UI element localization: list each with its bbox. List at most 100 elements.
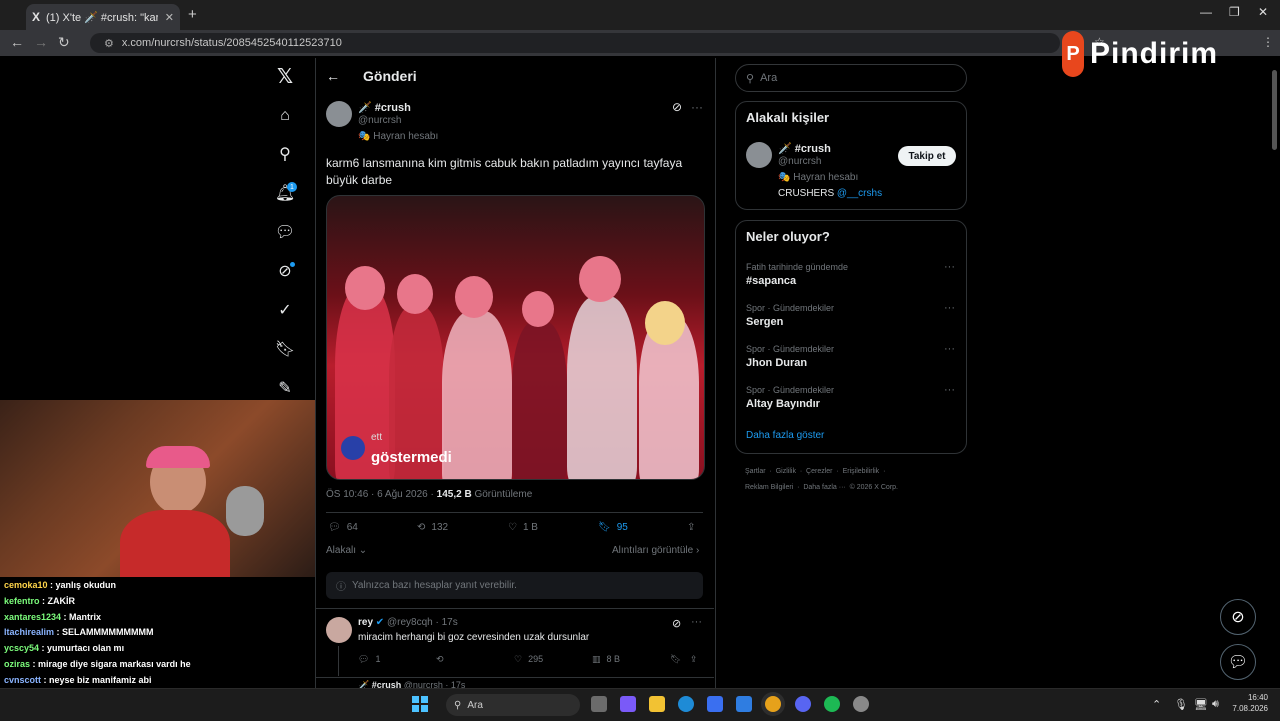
page-scrollbar-thumb[interactable] (1272, 70, 1277, 150)
spotify-icon[interactable] (824, 696, 840, 712)
reload-icon[interactable]: ↻ (58, 34, 70, 51)
reply-like-button[interactable]: ♡ 295 (514, 654, 543, 665)
reply-reply-button[interactable]: 💬︎ 1 (358, 654, 380, 665)
footer-links-line2[interactable]: Reklam Bilgileri · Daha fazla ··· © 2026… (745, 484, 898, 491)
forward-icon[interactable]: → (34, 34, 48, 50)
microphone-shape (226, 486, 264, 536)
grok-icon[interactable]: ⊘ (272, 258, 298, 284)
windows-taskbar (0, 688, 1280, 721)
reply-like-count: 295 (528, 654, 544, 664)
browser-menu-icon[interactable]: ⋮ (1262, 35, 1274, 49)
search-box[interactable]: ⚲ Ara (735, 64, 967, 92)
chat-username: kefentro (4, 595, 40, 606)
new-tab-button[interactable]: + (188, 6, 197, 23)
reply-icon: 💬︎ (358, 654, 370, 664)
trend-name: Altay Bayındır (746, 398, 820, 410)
minimize-icon[interactable]: — (1200, 5, 1212, 19)
reply-share-icon[interactable]: ⇪ (690, 654, 698, 665)
person-bio-link[interactable]: @__crshs (837, 188, 882, 199)
site-info-icon[interactable]: ⚙ (104, 37, 114, 50)
reply-repost-icon[interactable]: ⟲ (436, 654, 444, 665)
chat-username: cemoka10 (4, 580, 48, 590)
reply-display-name[interactable]: rey (358, 617, 373, 628)
share-icon[interactable]: ⇪ (687, 522, 695, 533)
chrome-icon[interactable] (765, 696, 781, 712)
reply-avatar[interactable] (326, 617, 352, 643)
trend-more-icon[interactable]: ··· (944, 302, 955, 314)
obs-icon[interactable] (853, 696, 869, 712)
reply-handle[interactable]: @rey8cqh · 17s (387, 617, 458, 628)
taskbar-search[interactable]: ⚲ Ara (446, 694, 580, 716)
grok-reply-icon[interactable]: ⊘ (672, 617, 681, 630)
messages-fab-icon[interactable]: 💬︎ (1220, 644, 1256, 680)
back-arrow-icon[interactable]: ← (326, 68, 340, 84)
bookmark-button[interactable]: 🔖︎ 95 (598, 522, 628, 533)
person-name[interactable]: 🗡️ #crush (778, 142, 831, 155)
post-handle[interactable]: @nurcrsh (358, 115, 402, 126)
close-tab-icon[interactable]: ✕ (165, 11, 174, 24)
back-icon[interactable]: ← (10, 34, 24, 50)
person-avatar[interactable] (746, 142, 772, 168)
discord-icon[interactable] (795, 696, 811, 712)
trend-item[interactable]: Spor · Gündemdekiler Altay Bayındır (746, 385, 834, 410)
chat-text: : ZAKİR (39, 595, 76, 606)
view-quotes-link[interactable]: Alıntıları görüntüle › (612, 545, 699, 556)
trend-more-icon[interactable]: ··· (944, 384, 955, 396)
task-view-icon[interactable] (591, 696, 607, 712)
post-display-name[interactable]: 🗡️ #crush (358, 101, 411, 114)
microphone-tray-icon[interactable]: 🎙︎ (1174, 698, 1188, 711)
relevant-sort-dropdown[interactable]: Alakalı ⌄ (326, 545, 367, 556)
url-field[interactable]: ⚙ x.com/nurcrsh/status/20854525401125237… (90, 33, 1060, 53)
maximize-icon[interactable]: ❐ (1229, 5, 1240, 19)
store-icon[interactable] (707, 696, 723, 712)
trend-more-icon[interactable]: ··· (944, 343, 955, 355)
reply-button[interactable]: 💬︎ 64 (328, 522, 358, 533)
verified-icon[interactable]: ✓ (272, 297, 298, 323)
like-button[interactable]: ♡ 1 B (508, 522, 538, 533)
bookmarks-icon[interactable]: 🔖︎ (272, 336, 298, 362)
window-close-icon[interactable]: ✕ (1258, 5, 1268, 19)
network-icon[interactable]: 🖥︎ (1194, 698, 1208, 711)
grok-post-icon[interactable]: ⊘ (672, 100, 682, 114)
chat-username: xantares1234 (4, 611, 62, 622)
footer-links-line1[interactable]: Şartlar · Gizlilik · Çerezler · Erişileb… (745, 468, 885, 475)
notifications-icon[interactable]: 🔔︎ 1 (272, 180, 298, 206)
video-person-shape (442, 311, 512, 479)
reply-bookmark-icon[interactable]: 🔖︎ (670, 654, 681, 665)
messages-icon[interactable]: 💬︎ (272, 219, 298, 245)
post-views-label: Görüntüleme (474, 489, 533, 500)
mail-icon[interactable] (736, 696, 752, 712)
reply-icon: 💬︎ (328, 522, 341, 533)
trend-item[interactable]: Spor · Gündemdekiler Jhon Duran (746, 344, 834, 369)
file-explorer-icon[interactable] (649, 696, 665, 712)
home-icon[interactable]: ⌂ (272, 103, 298, 129)
grok-fab-icon[interactable]: ⊘ (1220, 599, 1256, 635)
post-video[interactable]: ett göstermedi (326, 195, 705, 480)
show-more-link[interactable]: Daha fazla göster (746, 430, 824, 441)
post-timestamp[interactable]: ÖS 10:46 · 6 Ağu 2026 · (326, 489, 434, 500)
browser-tab[interactable]: X (1) X'te 🗡️ #crush: "karm6 lans ✕ (26, 4, 180, 30)
taskbar-clock[interactable]: 16:40 7.08.2026 (1232, 693, 1268, 713)
repost-button[interactable]: ⟲ 132 (417, 522, 448, 533)
search-icon[interactable]: ⚲ (272, 141, 298, 167)
tray-chevron-up-icon[interactable]: ⌃ (1152, 698, 1161, 711)
grok-dot-icon (290, 262, 295, 267)
search-placeholder: Ara (760, 72, 778, 84)
windows-start-icon[interactable] (412, 696, 428, 712)
trend-item[interactable]: Spor · Gündemdekiler Sergen (746, 303, 834, 328)
person-handle[interactable]: @nurcrsh (778, 156, 822, 167)
bookmark-count: 95 (616, 522, 628, 533)
volume-icon[interactable]: 🔊︎ (1212, 698, 1219, 711)
more-options-icon[interactable]: ··· (691, 100, 703, 114)
copilot-icon[interactable] (620, 696, 636, 712)
trend-item[interactable]: Fatih tarihinde gündemde #sapanca (746, 262, 848, 287)
lists-icon[interactable]: ✎ (272, 375, 298, 401)
reply-more-icon[interactable]: ··· (691, 616, 702, 628)
post-avatar[interactable] (326, 101, 352, 127)
edge-icon[interactable] (678, 696, 694, 712)
reply-views-button[interactable]: ▥ 8 B (592, 654, 620, 665)
x-logo-icon[interactable]: 𝕏 (272, 63, 298, 89)
follow-button[interactable]: Takip et (898, 146, 956, 166)
trend-more-icon[interactable]: ··· (944, 261, 955, 273)
chat-text: : yanlış okudun (47, 580, 117, 590)
